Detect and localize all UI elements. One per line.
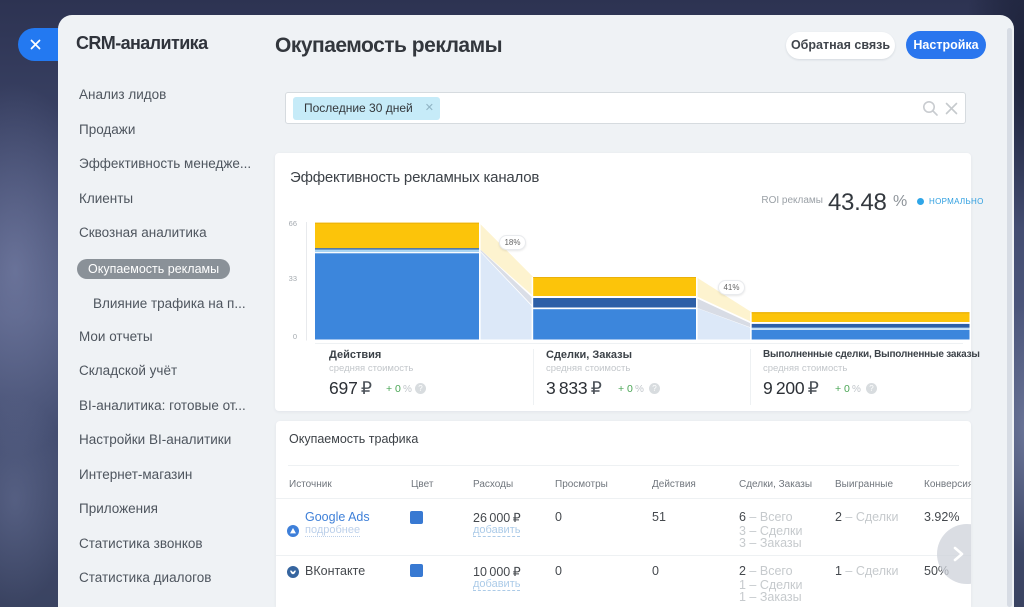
svg-text:0: 0 bbox=[293, 332, 297, 341]
svg-text:66: 66 bbox=[289, 219, 297, 228]
svg-text:33: 33 bbox=[289, 274, 297, 283]
